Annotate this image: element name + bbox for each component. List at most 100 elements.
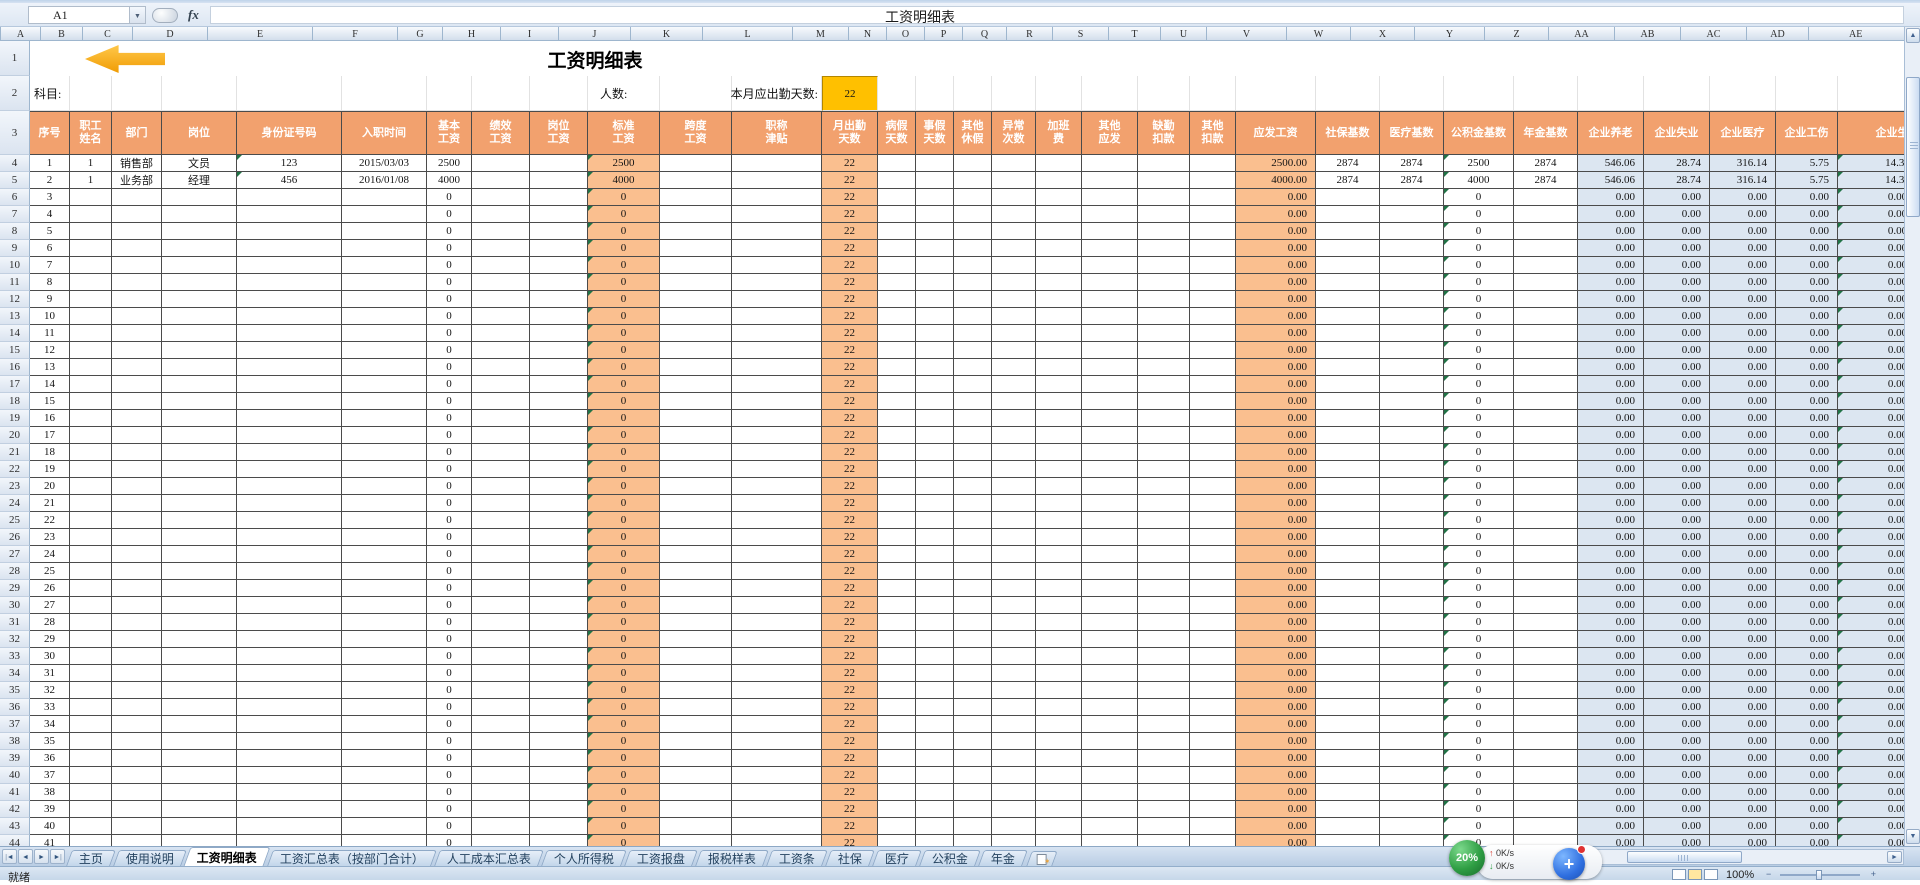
- cell-X5[interactable]: 2874: [1380, 172, 1444, 189]
- cell-M5[interactable]: 22: [822, 172, 878, 189]
- cell-Y27[interactable]: 0: [1444, 546, 1514, 563]
- cell-B2[interactable]: [70, 76, 112, 111]
- column-header-B[interactable]: B: [41, 27, 83, 40]
- cell-I16[interactable]: [530, 359, 588, 376]
- header-cell-T[interactable]: 缺勤 扣款: [1138, 111, 1190, 155]
- cell-F39[interactable]: [342, 750, 427, 767]
- cell-C9[interactable]: [112, 240, 162, 257]
- cell-H14[interactable]: [472, 325, 530, 342]
- cell-E16[interactable]: [237, 359, 342, 376]
- cell-M41[interactable]: 22: [822, 784, 878, 801]
- row-header-28[interactable]: 28: [0, 563, 30, 580]
- cell-X25[interactable]: [1380, 512, 1444, 529]
- cell-AE35[interactable]: 0.00: [1838, 682, 1904, 699]
- cell-S25[interactable]: [1082, 512, 1138, 529]
- column-header-J[interactable]: J: [559, 27, 631, 40]
- cell-P44[interactable]: [954, 835, 992, 846]
- cell-T17[interactable]: [1138, 376, 1190, 393]
- cell-Q42[interactable]: [992, 801, 1036, 818]
- cell-Q27[interactable]: [992, 546, 1036, 563]
- row-header-14[interactable]: 14: [0, 325, 30, 342]
- cell-U4[interactable]: [1190, 155, 1236, 172]
- cell-O43[interactable]: [916, 818, 954, 835]
- cell-X36[interactable]: [1380, 699, 1444, 716]
- cell-F28[interactable]: [342, 563, 427, 580]
- cell-B30[interactable]: [70, 597, 112, 614]
- cell-Z15[interactable]: [1514, 342, 1578, 359]
- cell-X8[interactable]: [1380, 223, 1444, 240]
- cell-N43[interactable]: [878, 818, 916, 835]
- cell-D20[interactable]: [162, 427, 237, 444]
- row-header-24[interactable]: 24: [0, 495, 30, 512]
- cell-M31[interactable]: 22: [822, 614, 878, 631]
- cell-D38[interactable]: [162, 733, 237, 750]
- cell-C24[interactable]: [112, 495, 162, 512]
- cell-S12[interactable]: [1082, 291, 1138, 308]
- cell-D23[interactable]: [162, 478, 237, 495]
- cell-L21[interactable]: [732, 444, 822, 461]
- column-header-K[interactable]: K: [631, 27, 703, 40]
- cell-A21[interactable]: 18: [30, 444, 70, 461]
- cell-L30[interactable]: [732, 597, 822, 614]
- cell-AB18[interactable]: 0.00: [1644, 393, 1710, 410]
- cell-N36[interactable]: [878, 699, 916, 716]
- cell-E8[interactable]: [237, 223, 342, 240]
- column-header-H[interactable]: H: [443, 27, 501, 40]
- cell-Z21[interactable]: [1514, 444, 1578, 461]
- cell-AA11[interactable]: 0.00: [1578, 274, 1644, 291]
- cell-Q11[interactable]: [992, 274, 1036, 291]
- cell-Q32[interactable]: [992, 631, 1036, 648]
- cell-E35[interactable]: [237, 682, 342, 699]
- cell-J25[interactable]: 0: [588, 512, 660, 529]
- cell-N15[interactable]: [878, 342, 916, 359]
- cell-G27[interactable]: 0: [427, 546, 472, 563]
- cell-A39[interactable]: 36: [30, 750, 70, 767]
- cell-AC4[interactable]: 316.14: [1710, 155, 1776, 172]
- cell-U17[interactable]: [1190, 376, 1236, 393]
- cell-AE27[interactable]: 0.00: [1838, 546, 1904, 563]
- cell-X37[interactable]: [1380, 716, 1444, 733]
- cell-AB5[interactable]: 28.74: [1644, 172, 1710, 189]
- cell-AA2[interactable]: [1578, 76, 1644, 111]
- cell-D16[interactable]: [162, 359, 237, 376]
- cell-G29[interactable]: 0: [427, 580, 472, 597]
- cell-I38[interactable]: [530, 733, 588, 750]
- cell-K19[interactable]: [660, 410, 732, 427]
- cell-I24[interactable]: [530, 495, 588, 512]
- cell-N6[interactable]: [878, 189, 916, 206]
- cell-O42[interactable]: [916, 801, 954, 818]
- cell-G4[interactable]: 2500: [427, 155, 472, 172]
- cell-L28[interactable]: [732, 563, 822, 580]
- cell-H20[interactable]: [472, 427, 530, 444]
- cell-T15[interactable]: [1138, 342, 1190, 359]
- cell-W29[interactable]: [1316, 580, 1380, 597]
- cell-O37[interactable]: [916, 716, 954, 733]
- cell-Z39[interactable]: [1514, 750, 1578, 767]
- cell-AD22[interactable]: 0.00: [1776, 461, 1838, 478]
- cell-I23[interactable]: [530, 478, 588, 495]
- cell-G37[interactable]: 0: [427, 716, 472, 733]
- cell-G25[interactable]: 0: [427, 512, 472, 529]
- cell-T8[interactable]: [1138, 223, 1190, 240]
- cell-Q19[interactable]: [992, 410, 1036, 427]
- cell-S41[interactable]: [1082, 784, 1138, 801]
- cell-AA21[interactable]: 0.00: [1578, 444, 1644, 461]
- sheet-tab-个人所得税[interactable]: 个人所得税: [541, 850, 628, 866]
- cell-W36[interactable]: [1316, 699, 1380, 716]
- cell-C15[interactable]: [112, 342, 162, 359]
- cell-AD42[interactable]: 0.00: [1776, 801, 1838, 818]
- cell-J33[interactable]: 0: [588, 648, 660, 665]
- cell-X35[interactable]: [1380, 682, 1444, 699]
- cell-Z2[interactable]: [1514, 76, 1578, 111]
- cell-AC37[interactable]: 0.00: [1710, 716, 1776, 733]
- cell-M13[interactable]: 22: [822, 308, 878, 325]
- sheet-tab-报税样表[interactable]: 报税样表: [695, 850, 770, 866]
- cell-AA33[interactable]: 0.00: [1578, 648, 1644, 665]
- row-header-42[interactable]: 42: [0, 801, 30, 818]
- cell-R35[interactable]: [1036, 682, 1082, 699]
- cell-Q14[interactable]: [992, 325, 1036, 342]
- cell-B32[interactable]: [70, 631, 112, 648]
- row-header-17[interactable]: 17: [0, 376, 30, 393]
- cell-B42[interactable]: [70, 801, 112, 818]
- cell-C23[interactable]: [112, 478, 162, 495]
